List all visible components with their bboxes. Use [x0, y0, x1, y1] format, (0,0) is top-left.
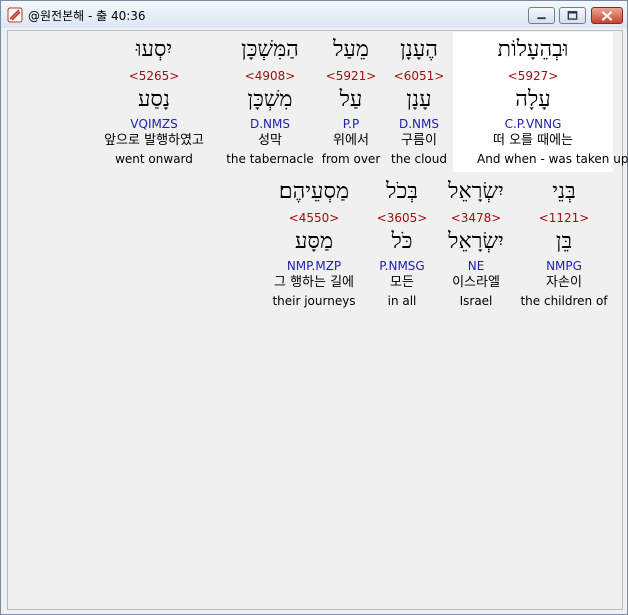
hebrew-word: יִסְעוּ	[135, 37, 173, 62]
maximize-icon	[567, 11, 578, 20]
korean-gloss: 모든	[390, 275, 414, 290]
hebrew-lemma: מִשְׁכָּן	[247, 87, 293, 112]
hebrew-word: בְּנֵי	[552, 179, 576, 204]
korean-gloss: 위에서	[333, 133, 369, 148]
english-gloss: the children of	[520, 294, 608, 308]
english-gloss: from over	[321, 152, 381, 166]
hebrew-word: מֵעַל	[333, 37, 369, 62]
english-gloss: went onward	[115, 152, 193, 166]
morphology-code: D.NMS	[398, 117, 439, 131]
minimize-icon	[537, 17, 546, 20]
english-gloss: the tabernacle	[226, 152, 314, 166]
strong-number[interactable]: <4908>	[222, 69, 318, 83]
strong-number[interactable]: <4550>	[260, 211, 368, 225]
minimize-button[interactable]	[528, 7, 555, 24]
morphology-code: VQIMZS	[130, 117, 178, 131]
maximize-button[interactable]	[559, 7, 586, 24]
strong-number[interactable]: <5921>	[318, 69, 384, 83]
hebrew-lemma: עָנָן	[406, 87, 432, 112]
hebrew-lemma: בֵּן	[555, 229, 573, 254]
strong-number[interactable]: <3478>	[438, 211, 514, 225]
hebrew-lemma: יִשְׂרָאֵל	[448, 229, 504, 254]
hebrew-lemma: כֹּל	[391, 229, 413, 254]
bible-app-icon	[7, 7, 23, 23]
hebrew-lemma: עָלָה	[515, 87, 551, 112]
hebrew-word: מַסְעֵיהֶם׃	[278, 179, 350, 204]
morphology-code: D.NMS	[249, 117, 290, 131]
hebrew-word: הַמִּשְׁכָּן	[241, 37, 299, 62]
morphology-code: NE	[467, 259, 485, 273]
hebrew-word: וּבְהֵעָלוֹת	[497, 37, 569, 62]
korean-gloss: 성막	[258, 133, 282, 148]
strong-number[interactable]: <3605>	[370, 211, 434, 225]
english-gloss: in all	[387, 294, 417, 308]
morphology-code: C.P.VNNG	[504, 117, 562, 131]
strong-number[interactable]: <6051>	[384, 69, 454, 83]
korean-gloss: 이스라엘	[452, 275, 500, 290]
korean-gloss: 구름이	[401, 133, 437, 148]
hebrew-word: בְּכֹל	[386, 179, 418, 204]
korean-gloss: 그 행하는 길에	[273, 275, 355, 290]
english-gloss: Israel	[459, 294, 493, 308]
title-bar[interactable]: @원전본해 - 출 40:36	[1, 1, 627, 28]
window-title: @원전본해 - 출 40:36	[28, 9, 146, 23]
hebrew-lemma: נָסַע	[137, 87, 171, 112]
interlinear-view[interactable]: וּבְהֵעָלוֹת <5927> עָלָה C.P.VNNG 떠 오를 …	[7, 30, 628, 610]
morphology-code: NMPG	[546, 259, 582, 273]
strong-number[interactable]: <5265>	[90, 69, 218, 83]
korean-gloss: 자손이	[546, 275, 582, 290]
hebrew-word: הֶעָנָן	[400, 37, 438, 62]
korean-gloss: 떠 오를 때에는	[492, 133, 574, 148]
hebrew-word: יִשְׂרָאֵל	[448, 179, 504, 204]
morphology-code: P.P	[342, 117, 360, 131]
morphology-code: P.NMSG	[379, 259, 425, 273]
english-gloss: And when - was taken up	[477, 152, 628, 166]
korean-gloss: 앞으로 발행하였고	[104, 133, 204, 148]
hebrew-lemma: עַל	[339, 87, 363, 112]
app-window: @원전본해 - 출 40:36 וּבְהֵעָלוֹת <5927> עָלָ…	[0, 0, 628, 615]
close-button[interactable]	[591, 7, 623, 24]
strong-number[interactable]: <5927>	[477, 69, 589, 83]
close-icon	[601, 10, 613, 21]
strong-number[interactable]: <1121>	[516, 211, 612, 225]
english-gloss: the cloud	[390, 152, 447, 166]
hebrew-lemma: מַסָּע	[294, 229, 333, 254]
english-gloss: their journeys	[272, 294, 356, 308]
morphology-code: NMP.MZP	[286, 259, 342, 273]
